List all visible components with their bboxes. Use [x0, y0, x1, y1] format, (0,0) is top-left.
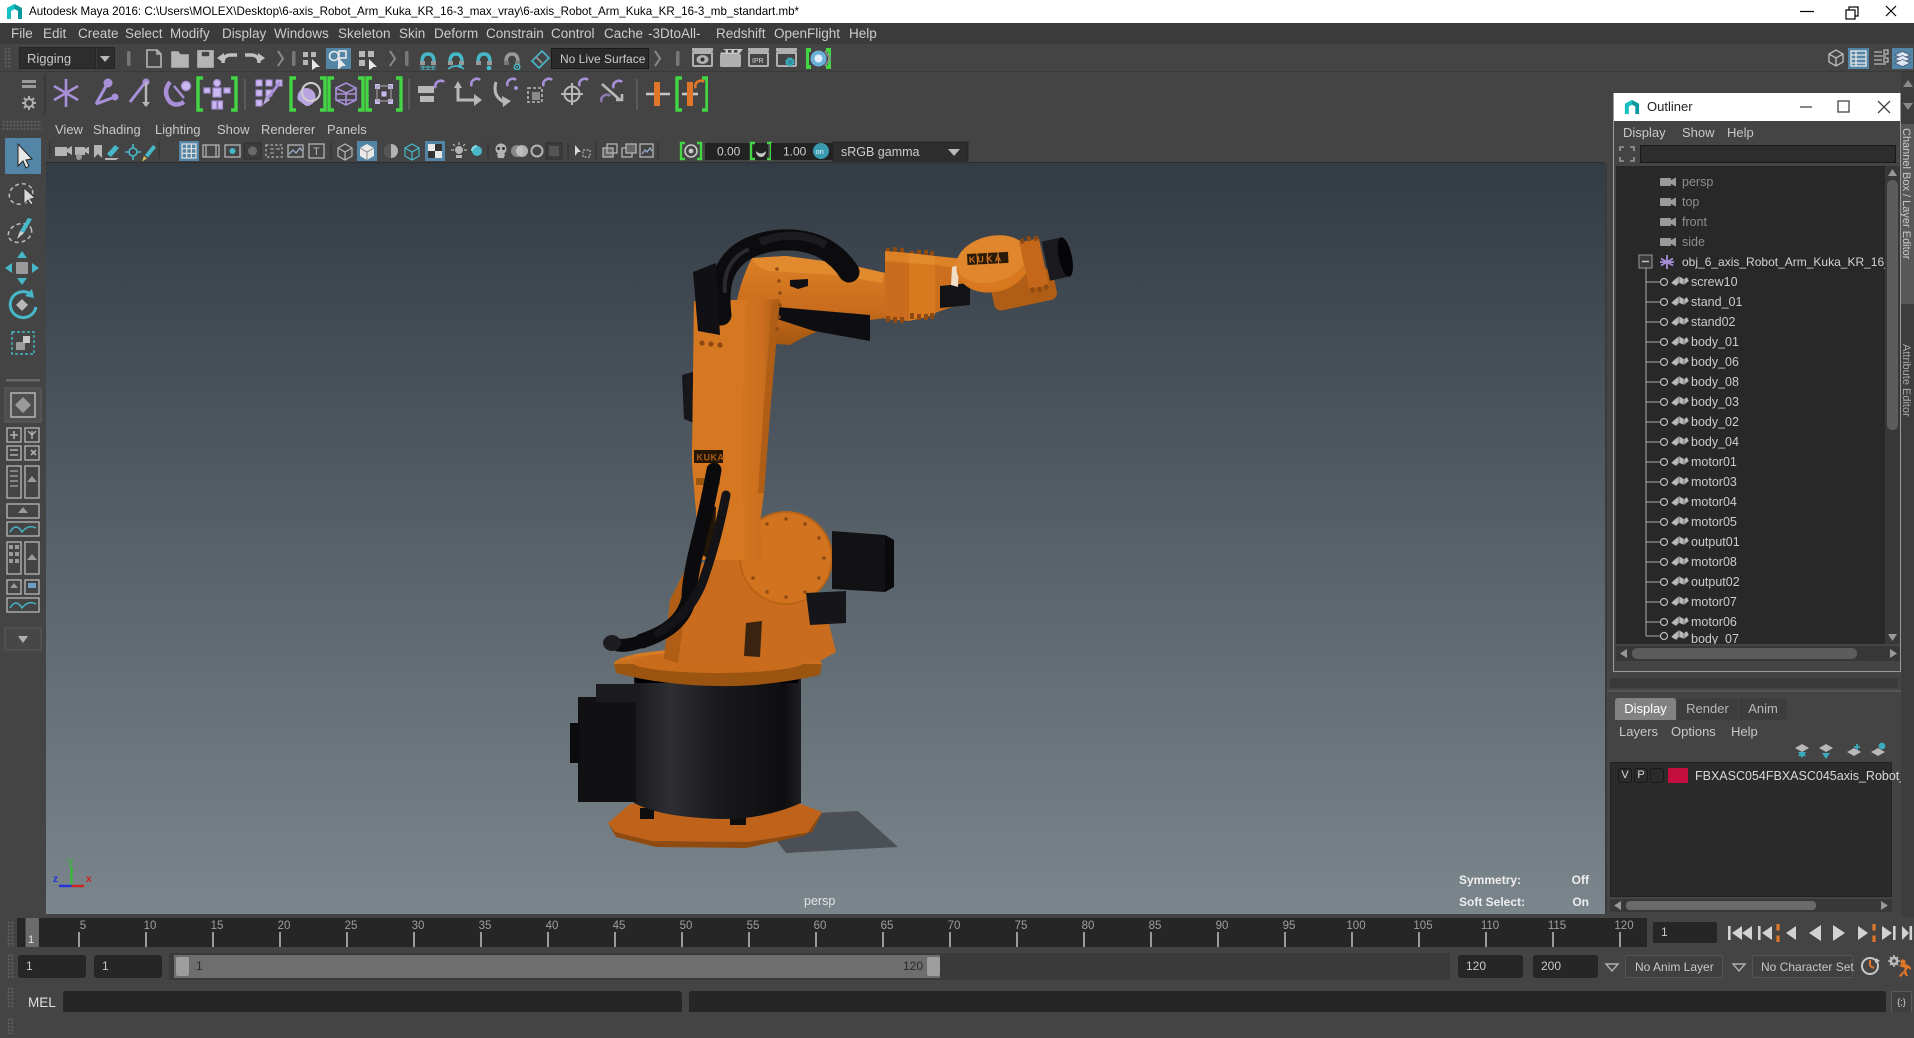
- svg-text:Symmetry:: Symmetry:: [1459, 873, 1521, 887]
- svg-text:motor08: motor08: [1691, 555, 1737, 569]
- svg-text:body_03: body_03: [1691, 395, 1739, 409]
- svg-text:output01: output01: [1691, 535, 1740, 549]
- svg-text:body_02: body_02: [1691, 415, 1739, 429]
- svg-text:output02: output02: [1691, 575, 1740, 589]
- svg-text:60: 60: [814, 920, 827, 932]
- svg-text:persp: persp: [1682, 175, 1713, 189]
- svg-text:motor04: motor04: [1691, 495, 1737, 509]
- svg-text:KUKA: KUKA: [697, 453, 725, 463]
- svg-text:20: 20: [278, 920, 291, 932]
- svg-text:40: 40: [546, 920, 559, 932]
- svg-text:front: front: [1682, 215, 1708, 229]
- svg-text:95: 95: [1283, 920, 1296, 932]
- svg-text:body_07: body_07: [1691, 632, 1739, 644]
- svg-text:top: top: [1682, 195, 1699, 209]
- svg-text:sRGB gamma: sRGB gamma: [841, 145, 920, 159]
- svg-text:45: 45: [613, 920, 626, 932]
- svg-text:motor03: motor03: [1691, 475, 1737, 489]
- svg-text:105: 105: [1413, 920, 1432, 932]
- svg-text:75: 75: [1015, 920, 1028, 932]
- svg-text:x: x: [86, 874, 92, 885]
- svg-text:T: T: [313, 146, 320, 158]
- svg-text:110: 110: [1481, 920, 1499, 932]
- svg-text:5: 5: [80, 920, 86, 932]
- svg-text:motor07: motor07: [1691, 595, 1737, 609]
- svg-text:85: 85: [1149, 920, 1162, 932]
- svg-text:Off: Off: [1572, 873, 1590, 887]
- svg-text:50: 50: [680, 920, 693, 932]
- svg-text:90: 90: [1216, 920, 1229, 932]
- svg-text:15: 15: [211, 920, 224, 932]
- svg-text:1.00: 1.00: [783, 145, 807, 159]
- svg-text:side: side: [1682, 235, 1705, 249]
- svg-text:z: z: [53, 874, 58, 885]
- svg-text:70: 70: [948, 920, 961, 932]
- svg-text:10: 10: [144, 920, 157, 932]
- svg-text:body_04: body_04: [1691, 435, 1739, 449]
- svg-text:obj_6_axis_Robot_Arm_Kuka_KR_1: obj_6_axis_Robot_Arm_Kuka_KR_16_3: [1682, 255, 1885, 269]
- svg-text:body_06: body_06: [1691, 355, 1739, 369]
- svg-text:80: 80: [1082, 920, 1095, 932]
- svg-text:55: 55: [747, 920, 760, 932]
- svg-text:100: 100: [1346, 920, 1365, 932]
- svg-text:0.00: 0.00: [717, 145, 741, 159]
- svg-text:Soft Select:: Soft Select:: [1459, 895, 1525, 909]
- svg-text:120: 120: [1614, 920, 1633, 932]
- svg-text:on: on: [816, 147, 824, 156]
- svg-text:KUKA: KUKA: [969, 253, 1004, 265]
- svg-text:body_01: body_01: [1691, 335, 1739, 349]
- svg-text:y: y: [68, 856, 73, 867]
- svg-text:stand_01: stand_01: [1691, 295, 1742, 309]
- svg-text:65: 65: [881, 920, 894, 932]
- svg-text:motor06: motor06: [1691, 615, 1737, 629]
- svg-text:motor05: motor05: [1691, 515, 1737, 529]
- svg-text:motor01: motor01: [1691, 455, 1737, 469]
- svg-text:persp: persp: [804, 894, 835, 908]
- svg-text:115: 115: [1548, 920, 1566, 932]
- svg-text:On: On: [1572, 895, 1589, 909]
- svg-text:30: 30: [412, 920, 425, 932]
- svg-text:screw10: screw10: [1691, 275, 1738, 289]
- svg-text:35: 35: [479, 920, 492, 932]
- svg-text:IPR: IPR: [752, 58, 764, 65]
- svg-text:1: 1: [28, 934, 34, 946]
- svg-text:stand02: stand02: [1691, 315, 1736, 329]
- svg-text:body_08: body_08: [1691, 375, 1739, 389]
- svg-text:25: 25: [345, 920, 358, 932]
